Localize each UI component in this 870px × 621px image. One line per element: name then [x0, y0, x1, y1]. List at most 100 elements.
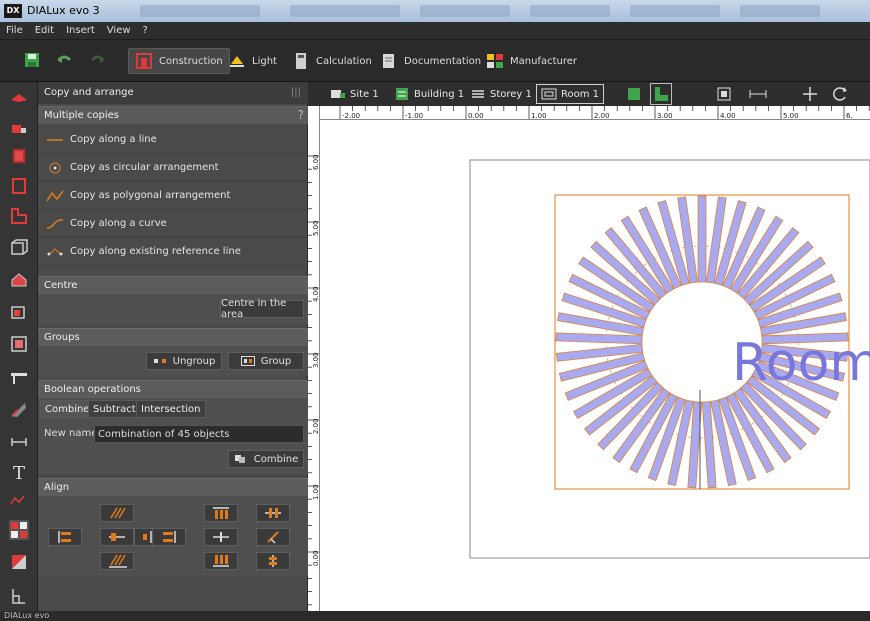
- floor-plan-canvas[interactable]: Room: [320, 120, 870, 611]
- align-rotate-icon: [267, 531, 279, 544]
- roof-tool-icon[interactable]: [9, 270, 29, 290]
- tab-manufacturer[interactable]: Manufacturer: [486, 48, 577, 74]
- ruler-x-label: 1.00: [531, 112, 547, 120]
- align-distribute-button[interactable]: [256, 504, 290, 522]
- luminaire[interactable]: [697, 195, 707, 283]
- 2d-view-button[interactable]: [650, 83, 672, 105]
- breadcrumb-building[interactable]: Building 1: [394, 84, 464, 104]
- align-top-button[interactable]: [204, 504, 238, 522]
- ruler-x-label: -1.00: [405, 112, 423, 120]
- centre-in-area-button[interactable]: Centre in the area: [220, 298, 304, 320]
- panel-grip-icon[interactable]: |||: [291, 87, 301, 98]
- curve-copy-icon: [46, 218, 64, 229]
- menu-insert[interactable]: Insert: [60, 22, 101, 36]
- tab-light-label: Light: [252, 55, 277, 67]
- polygon-copy-icon: [46, 190, 64, 201]
- tab-documentation[interactable]: Documentation: [380, 48, 481, 74]
- view-tool-icon[interactable]: [9, 552, 29, 572]
- align-section-title: Align: [38, 478, 308, 496]
- construction-icon: [136, 53, 152, 69]
- tab-combine[interactable]: Combine: [40, 400, 95, 418]
- tab-calculation[interactable]: Calculation: [292, 48, 372, 74]
- beam-tool-icon[interactable]: [9, 368, 29, 388]
- groups-section-title: Groups: [38, 328, 308, 346]
- copy-arrange-tool-icon[interactable]: [9, 520, 29, 540]
- breadcrumb-storey[interactable]: Storey 1: [470, 84, 532, 104]
- align-middle-button[interactable]: [204, 528, 238, 546]
- align-rotate-button[interactable]: [256, 528, 290, 546]
- room-tool-icon[interactable]: [9, 206, 29, 226]
- centre-section-body: Centre in the area: [38, 294, 308, 324]
- group-button[interactable]: Group: [228, 352, 304, 370]
- copy-line-item[interactable]: Copy along a line: [38, 126, 308, 154]
- vertical-ruler-ticks: 6.00 5.00 4.00 3.00 2.00 1.00 0.00: [308, 154, 320, 606]
- combine-icon: [234, 455, 245, 463]
- align-middle-icon: [213, 532, 229, 542]
- ruler-x-label: -2.00: [342, 112, 360, 120]
- storey-tool-icon[interactable]: [9, 146, 29, 166]
- groups-section-body: Ungroup Group: [38, 346, 308, 376]
- tab-light[interactable]: Light: [228, 48, 277, 74]
- site-icon: [331, 90, 345, 98]
- window-tool-icon[interactable]: [9, 334, 29, 354]
- menu-file[interactable]: File: [0, 22, 29, 36]
- ungroup-button[interactable]: Ungroup: [146, 352, 222, 370]
- tab-subtract[interactable]: Subtract: [88, 400, 141, 418]
- floor-plan-icon: [655, 87, 668, 101]
- breadcrumb-room[interactable]: Room 1: [536, 84, 605, 104]
- horizontal-ruler: -2.00 -1.00 0.00 1.00 2.00 3.00 4.00 5.00 6.: [316, 106, 870, 120]
- redo-icon[interactable]: [90, 52, 106, 68]
- breadcrumb-site[interactable]: Site 1: [330, 84, 379, 104]
- copy-polygonal-item[interactable]: Copy as polygonal arrangement: [38, 182, 308, 210]
- align-diagonal-bottom-icon: [109, 554, 127, 568]
- site-tool-icon[interactable]: [9, 88, 29, 108]
- align-distribute-v-button[interactable]: [256, 552, 290, 570]
- distribute-icon: [265, 508, 281, 518]
- new-name-field[interactable]: [94, 425, 304, 443]
- wall-tool-icon[interactable]: [9, 176, 29, 196]
- copy-line-label: Copy along a line: [70, 134, 157, 145]
- align-bottom-icon: [213, 555, 229, 567]
- align-right-button[interactable]: [152, 528, 186, 546]
- menu-bar: File Edit Insert View?: [0, 22, 870, 40]
- zoom-fit-icon[interactable]: [716, 86, 732, 102]
- tab-intersection[interactable]: Intersection: [136, 400, 206, 418]
- copy-curve-item[interactable]: Copy along a curve: [38, 210, 308, 238]
- align-left-button[interactable]: [48, 528, 82, 546]
- line-copy-icon: [47, 138, 63, 141]
- menu-view[interactable]: View: [101, 22, 137, 36]
- tab-construction[interactable]: Construction: [128, 48, 230, 74]
- building-tool-icon[interactable]: [9, 116, 29, 136]
- ruler-x-label: 5.00: [783, 112, 799, 120]
- copy-reference-item[interactable]: Copy along existing reference line: [38, 238, 308, 266]
- window-title: DIALux evo 3: [27, 4, 100, 17]
- measure-icon[interactable]: [748, 86, 768, 102]
- rotate-icon[interactable]: [832, 86, 848, 102]
- copy-circular-item[interactable]: Copy as circular arrangement: [38, 154, 308, 182]
- save-icon[interactable]: [24, 52, 40, 68]
- menu-help[interactable]: ?: [137, 22, 154, 36]
- menu-edit[interactable]: Edit: [29, 22, 60, 36]
- ruler-y-label: 0.00: [312, 550, 320, 566]
- curve-tool-icon[interactable]: [9, 490, 29, 510]
- room-label: Room: [732, 333, 870, 393]
- combine-button[interactable]: Combine: [228, 450, 304, 468]
- text-tool-icon[interactable]: T: [9, 462, 29, 482]
- align-bottom-button[interactable]: [204, 552, 238, 570]
- move-icon[interactable]: [802, 86, 818, 102]
- undo-icon[interactable]: [56, 52, 72, 68]
- help-icon[interactable]: ?: [298, 108, 304, 122]
- ceiling-tool-icon[interactable]: [9, 302, 29, 322]
- taskbar-blur-6: [740, 5, 820, 17]
- stair-tool-icon[interactable]: [9, 586, 29, 606]
- floor-plan-drawing[interactable]: Room: [320, 120, 870, 611]
- cuboid-tool-icon[interactable]: [9, 238, 29, 258]
- view-toolbar: Site 1 Building 1 Storey 1 Room 1: [308, 82, 870, 106]
- measure-tool-icon[interactable]: [9, 432, 29, 452]
- ungroup-icon: [153, 359, 166, 363]
- 3d-view-icon[interactable]: [626, 86, 642, 102]
- align-bottom-left-button[interactable]: [100, 552, 134, 570]
- material-tool-icon[interactable]: [9, 400, 29, 420]
- align-center-h-button[interactable]: [100, 528, 134, 546]
- align-top-left-button[interactable]: [100, 504, 134, 522]
